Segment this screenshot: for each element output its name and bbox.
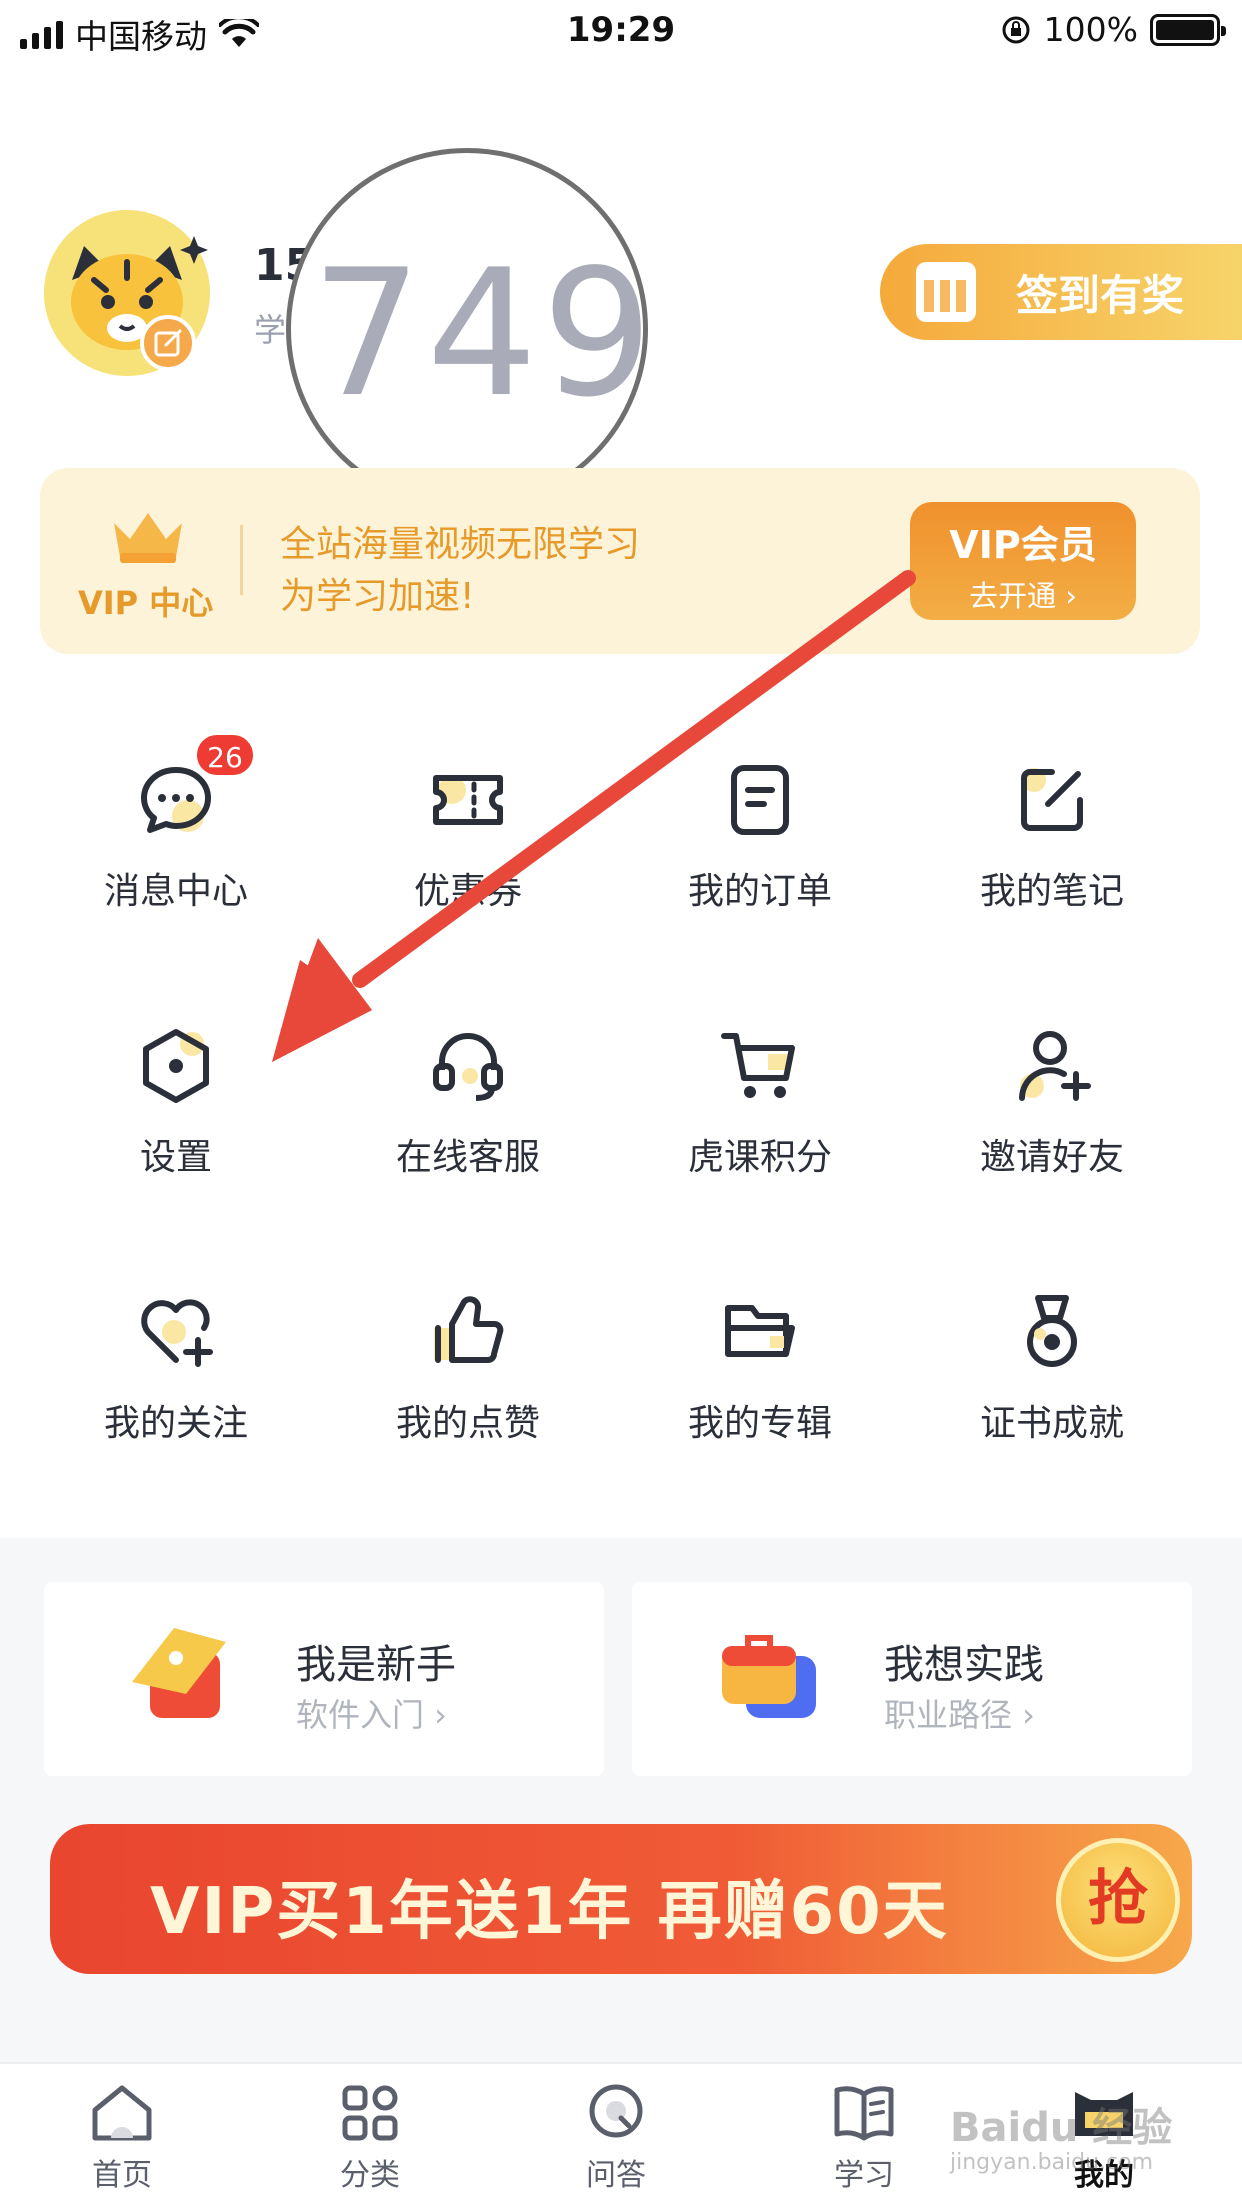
card-title: 我想实践 [884, 1642, 1044, 1688]
grid-item-messages[interactable]: 26 消息中心 [26, 732, 326, 914]
grid-label: 我的笔记 [979, 871, 1124, 912]
edit-profile-icon[interactable] [140, 315, 196, 371]
briefcase-icon [722, 1635, 816, 1718]
grid-item-notes[interactable]: 我的笔记 [902, 760, 1202, 914]
grid-item-orders[interactable]: 我的订单 [610, 760, 910, 914]
vip-promo-line1: 全站海量视频无限学习 [280, 524, 641, 565]
grid-label: 消息中心 [103, 871, 248, 912]
grid-item-likes[interactable]: 我的点赞 [318, 1292, 618, 1446]
grid-label: 我的专辑 [687, 1403, 832, 1444]
magnified-number: 7496 [311, 233, 648, 436]
headset-icon [433, 1033, 503, 1101]
note-edit-icon [1021, 768, 1083, 831]
tab-home[interactable]: 首页 [62, 2082, 182, 2194]
grid-item-customer-service[interactable]: 在线客服 [318, 1026, 618, 1180]
thumbs-up-icon [434, 1296, 504, 1363]
practice-card[interactable]: 我想实践 职业路径 › [632, 1582, 1192, 1776]
tab-label: 问答 [586, 2158, 646, 2193]
card-subtitle: 职业路径 › [884, 1696, 1035, 1734]
grid-label: 设置 [139, 1137, 212, 1178]
shopping-cart-icon [721, 1033, 795, 1098]
orientation-lock-icon [1002, 16, 1030, 43]
grid-label: 在线客服 [395, 1137, 540, 1178]
vip-button-subtitle: 去开通 › [969, 579, 1077, 613]
category-grid-icon [342, 2085, 398, 2141]
book-icon [834, 2086, 894, 2141]
vip-member-button[interactable]: VIP会员 去开通 › [910, 502, 1136, 620]
grid-label: 虎课积分 [687, 1137, 832, 1178]
card-subtitle: 软件入门 › [296, 1696, 447, 1734]
vip-promo-line2: 为学习加速! [280, 576, 475, 617]
grid-item-invite[interactable]: 邀请好友 [902, 1026, 1202, 1180]
add-user-icon [1019, 1031, 1091, 1101]
ticket-icon [433, 775, 503, 825]
status-bar: 中国移动 19:29 100% [0, 0, 1242, 64]
vip-button-title: VIP会员 [949, 523, 1097, 567]
grid-item-points[interactable]: 虎课积分 [610, 1026, 910, 1180]
battery-icon [1150, 13, 1226, 46]
tab-label: 学习 [834, 2158, 894, 2193]
folder-icon [725, 1305, 795, 1357]
settings-hexagon-icon [143, 1029, 209, 1103]
vip-divider [240, 525, 243, 595]
tab-label: 分类 [340, 2158, 400, 2193]
unread-badge: 26 [194, 732, 256, 778]
order-list-icon [731, 765, 789, 835]
card-title: 我是新手 [296, 1642, 456, 1688]
magnifier-overlay: 7496 [286, 148, 648, 510]
grid-label: 优惠券 [413, 871, 522, 912]
tab-label: 首页 [92, 2158, 152, 2193]
grid-item-coupons[interactable]: 优惠券 [318, 760, 618, 914]
beginner-card[interactable]: 我是新手 软件入门 › [44, 1582, 604, 1776]
user-subtitle: 学 [254, 311, 287, 349]
home-icon [92, 2085, 152, 2141]
watermark: Baidu 经验 [950, 2105, 1173, 2151]
grid-label: 证书成就 [979, 1403, 1124, 1444]
banner-text: VIP买1年送1年 再赠60天 [150, 1875, 949, 1949]
heart-add-icon [141, 1299, 213, 1367]
grid-label: 我的点赞 [395, 1403, 540, 1444]
signin-label: 签到有奖 [1016, 270, 1185, 320]
signin-reward-button[interactable]: 签到有奖 [880, 244, 1242, 340]
grid-label: 邀请好友 [979, 1137, 1124, 1178]
grid-label: 我的关注 [103, 1403, 248, 1444]
watermark-url: jingyan.baidu.com [950, 2150, 1154, 2175]
grid-item-albums[interactable]: 我的专辑 [610, 1292, 910, 1446]
grid-item-certificates[interactable]: 证书成就 [902, 1292, 1202, 1446]
crown-icon [114, 513, 182, 563]
medal-icon [1027, 1295, 1077, 1367]
grid-label: 我的订单 [687, 871, 832, 912]
battery-percent: 100% [1043, 10, 1138, 49]
beginner-tag-icon [132, 1628, 226, 1718]
tab-qa[interactable]: 问答 [556, 2082, 676, 2194]
grab-button[interactable]: 抢 [1056, 1838, 1180, 1962]
grid-item-settings[interactable]: 设置 [26, 1026, 326, 1180]
grid-item-following[interactable]: 我的关注 [26, 1292, 326, 1446]
vip-center-label: VIP 中心 [78, 584, 214, 622]
qa-bubble-icon [589, 2084, 643, 2138]
vip-promo-banner[interactable]: VIP买1年送1年 再赠60天 抢 [50, 1824, 1192, 1974]
tab-category[interactable]: 分类 [310, 2082, 430, 2194]
tab-study[interactable]: 学习 [804, 2082, 924, 2194]
calendar-icon [916, 262, 976, 322]
